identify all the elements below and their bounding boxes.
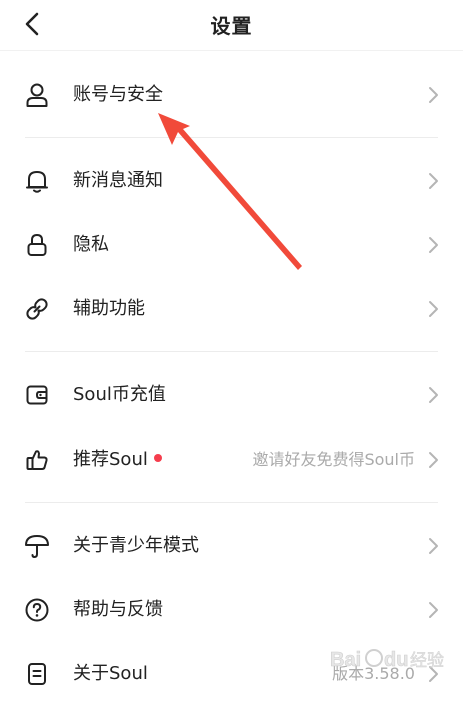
settings-item-account-security[interactable]: 账号与安全 (0, 66, 463, 124)
new-badge-dot (153, 454, 162, 462)
chevron-right-icon (429, 237, 438, 253)
settings-item-accessibility[interactable]: 辅助功能 (0, 280, 463, 338)
wallet-icon (24, 382, 50, 408)
chevron-right-icon (429, 301, 438, 317)
page-title: 设置 (210, 14, 253, 38)
settings-item-label: Soul币充值 (73, 384, 166, 405)
settings-item-label: 推荐Soul (73, 449, 148, 470)
umbrella-icon (24, 533, 50, 559)
link-icon (24, 296, 50, 322)
settings-item-privacy[interactable]: 隐私 (0, 216, 463, 274)
settings-item-recharge[interactable]: Soul币充值 (0, 366, 463, 424)
version-text: 版本3.58.0 (332, 664, 415, 683)
settings-item-label: 隐私 (73, 234, 109, 255)
chevron-right-icon (429, 387, 438, 403)
settings-item-teen-mode[interactable]: 关于青少年模式 (0, 517, 463, 575)
document-icon (24, 661, 50, 687)
settings-item-label: 帮助与反馈 (73, 599, 163, 620)
settings-item-label: 关于青少年模式 (73, 535, 199, 556)
invite-hint: 邀请好友免费得Soul币 (252, 450, 415, 469)
bell-icon (24, 168, 50, 194)
section-divider (25, 502, 438, 503)
chevron-right-icon (429, 452, 438, 468)
chevron-right-icon (429, 87, 438, 103)
chevron-right-icon (429, 666, 438, 682)
section-divider (25, 351, 438, 352)
lock-icon (24, 232, 50, 258)
thumbs-up-icon (24, 447, 50, 473)
settings-item-label: 新消息通知 (73, 170, 163, 191)
user-icon (24, 82, 50, 108)
settings-item-label: 账号与安全 (73, 84, 163, 105)
settings-item-recommend[interactable]: 推荐Soul 邀请好友免费得Soul币 (0, 431, 463, 489)
header-bar: 设置 (0, 0, 463, 51)
settings-item-label: 辅助功能 (73, 298, 145, 319)
settings-item-label: 关于Soul (73, 663, 148, 684)
chevron-right-icon (429, 538, 438, 554)
chevron-right-icon (429, 602, 438, 618)
chevron-right-icon (429, 173, 438, 189)
settings-item-help-feedback[interactable]: 帮助与反馈 (0, 581, 463, 639)
section-divider (25, 137, 438, 138)
settings-item-label-wrap: 推荐Soul (73, 447, 162, 473)
settings-item-about[interactable]: 关于Soul 版本3.58.0 (0, 645, 463, 703)
settings-item-notifications[interactable]: 新消息通知 (0, 152, 463, 210)
question-circle-icon (24, 597, 50, 623)
